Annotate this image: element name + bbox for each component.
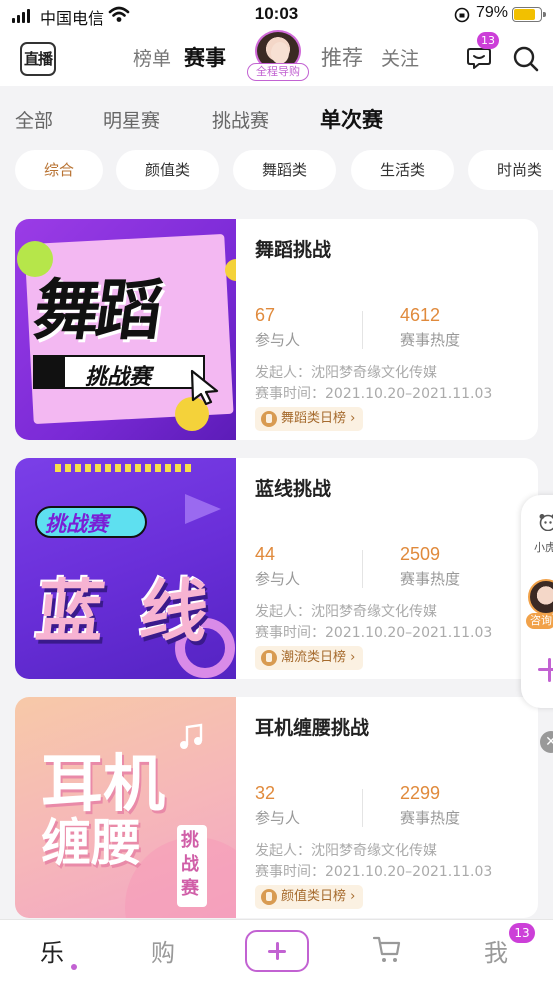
- event-poster: 舞蹈 挑战赛: [15, 219, 236, 440]
- tab-fun[interactable]: 乐: [40, 933, 64, 968]
- message-icon[interactable]: [466, 46, 492, 70]
- add-button[interactable]: [245, 930, 309, 972]
- filter-life[interactable]: 生活类: [351, 150, 454, 190]
- filter-dance[interactable]: 舞蹈类: [233, 150, 336, 190]
- triangle-icon: [185, 494, 221, 524]
- poster-subtitle: 挑战赛: [45, 512, 108, 536]
- category-single[interactable]: 单次赛: [320, 104, 383, 134]
- filter-fashion[interactable]: 时尚类: [468, 150, 553, 190]
- event-title: 舞蹈挑战: [255, 239, 332, 261]
- stat-divider: [362, 789, 363, 827]
- cart-icon[interactable]: [372, 934, 402, 964]
- rank-link[interactable]: 舞蹈类日榜 ›: [255, 407, 364, 431]
- trophy-icon: [261, 889, 277, 905]
- heat-count: 4612: [400, 305, 441, 325]
- participants-label: 参与人: [255, 331, 301, 349]
- event-card[interactable]: 舞蹈 挑战赛 舞蹈挑战 67 参与人 4612 赛事热度 发起人：沈阳梦奇缘文化…: [15, 219, 538, 440]
- event-card[interactable]: 耳机 缠腰 挑战赛 耳机缠腰挑战 32 参与人 2299 赛事热度 发起人：沈阳…: [15, 697, 538, 918]
- heat-label: 赛事热度: [400, 331, 461, 349]
- event-organizer: 发起人：沈阳梦奇缘文化传媒: [255, 365, 437, 381]
- event-title: 蓝线挑战: [255, 478, 332, 500]
- poster-title: 舞蹈: [28, 272, 164, 349]
- event-organizer: 发起人：沈阳梦奇缘文化传媒: [255, 843, 437, 859]
- participants-count: 32: [255, 783, 276, 803]
- poster-title-line2: 缠腰: [41, 814, 141, 872]
- heat-count: 2509: [400, 544, 441, 564]
- filter-comprehensive[interactable]: 综合: [15, 150, 103, 190]
- message-badge: 13: [477, 32, 499, 49]
- battery-icon: [512, 7, 546, 22]
- orientation-lock-icon: [454, 7, 470, 23]
- stat-divider: [362, 311, 363, 349]
- guide-label: 全程导购: [247, 63, 309, 81]
- event-category-tabs: 全部 明星赛 挑战赛 单次赛: [0, 86, 553, 148]
- rank-label: 颜值类日榜 ›: [281, 889, 356, 904]
- bottom-tab-bar: 乐 购 我 13: [0, 919, 553, 983]
- poster-subtitle: 挑战赛: [181, 830, 199, 899]
- filter-chips: 综合 颜值类 舞蹈类 生活类 时尚类: [0, 150, 553, 192]
- trophy-icon: [261, 650, 277, 666]
- rank-label: 舞蹈类日榜 ›: [281, 411, 356, 426]
- event-poster: 耳机 缠腰 挑战赛: [15, 697, 236, 918]
- category-star[interactable]: 明星赛: [103, 106, 160, 133]
- float-label-bottom: 咨询: [526, 613, 553, 629]
- heat-count: 2299: [400, 783, 441, 803]
- cursor-icon: [190, 369, 219, 405]
- float-label-top: 小虎: [534, 541, 553, 554]
- rank-link[interactable]: 潮流类日榜 ›: [255, 646, 364, 670]
- tab-recommend[interactable]: 推荐: [321, 42, 363, 72]
- battery-percent: 79%: [476, 4, 509, 21]
- live-logo-button[interactable]: 直播: [20, 42, 56, 76]
- participants-count: 44: [255, 544, 276, 564]
- tab-me[interactable]: 我: [484, 933, 508, 968]
- event-organizer: 发起人：沈阳梦奇缘文化传媒: [255, 604, 437, 620]
- active-tab-indicator: [71, 964, 77, 970]
- heat-label: 赛事热度: [400, 570, 461, 588]
- event-period: 赛事时间：2021.10.20–2021.11.03: [255, 386, 493, 402]
- filter-looks[interactable]: 颜值类: [116, 150, 219, 190]
- event-poster: 挑战赛 蓝 线: [15, 458, 236, 679]
- tab-shop[interactable]: 购: [151, 933, 175, 968]
- tiger-icon: [539, 514, 553, 531]
- heat-label: 赛事热度: [400, 809, 461, 827]
- participants-label: 参与人: [255, 570, 301, 588]
- top-nav: 直播 榜单 赛事 全程导购 推荐 关注 13: [0, 30, 553, 86]
- tab-events[interactable]: 赛事: [184, 42, 226, 72]
- rank-link[interactable]: 颜值类日榜 ›: [255, 885, 364, 909]
- poster-title: 蓝 线: [32, 573, 219, 652]
- music-note-icon: [180, 723, 203, 749]
- floating-service-panel[interactable]: 小虎 咨询: [521, 495, 553, 708]
- status-time: 10:03: [254, 4, 299, 23]
- consult-avatar: [528, 579, 553, 615]
- event-period: 赛事时间：2021.10.20–2021.11.03: [255, 625, 493, 641]
- poster-subtitle: 挑战赛: [85, 365, 152, 390]
- tab-follow[interactable]: 关注: [381, 44, 419, 71]
- status-bar: 中国电信 10:03 79%: [0, 0, 553, 30]
- search-icon[interactable]: [512, 45, 540, 73]
- rank-label: 潮流类日榜 ›: [281, 650, 356, 665]
- event-card[interactable]: 挑战赛 蓝 线 蓝线挑战 44 参与人 2509 赛事热度 发起人：沈阳梦奇缘文…: [15, 458, 538, 679]
- live-logo-label: 直播: [23, 50, 53, 68]
- category-challenge[interactable]: 挑战赛: [212, 106, 269, 133]
- close-icon[interactable]: ✕: [540, 731, 553, 753]
- tab-rankings[interactable]: 榜单: [133, 44, 171, 71]
- shopping-guide-button[interactable]: 全程导购: [247, 30, 309, 82]
- participants-label: 参与人: [255, 809, 301, 827]
- stat-divider: [362, 550, 363, 588]
- event-title: 耳机缠腰挑战: [255, 717, 370, 739]
- trophy-icon: [261, 411, 277, 427]
- event-period: 赛事时间：2021.10.20–2021.11.03: [255, 864, 493, 880]
- me-badge: 13: [509, 923, 535, 943]
- category-all[interactable]: 全部: [15, 106, 53, 133]
- participants-count: 67: [255, 305, 276, 325]
